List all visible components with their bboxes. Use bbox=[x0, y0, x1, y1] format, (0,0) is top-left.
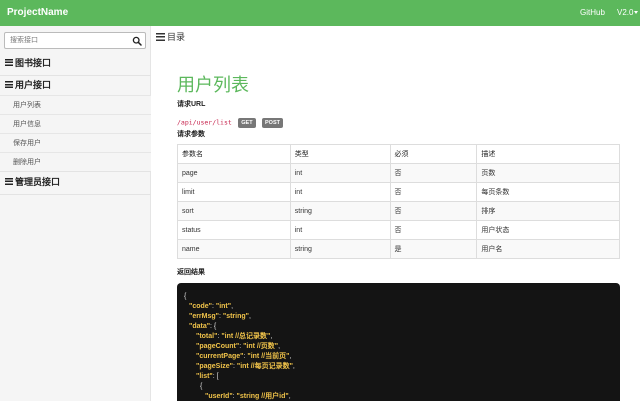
table-cell: name bbox=[177, 239, 291, 259]
request-url-line: /api/user/list GET POST bbox=[177, 114, 283, 128]
code-line: "code": "int", bbox=[189, 303, 234, 310]
sidebar-group-users[interactable]: 用户接口 bbox=[5, 80, 51, 91]
table-cell: string bbox=[289, 239, 391, 259]
version-dropdown[interactable]: V2.0 bbox=[617, 8, 639, 18]
table-cell: 排序 bbox=[476, 201, 620, 221]
request-url-heading: 请求URL bbox=[177, 101, 206, 108]
divider bbox=[0, 75, 151, 76]
table-row: name string 是 用户名 bbox=[177, 239, 620, 259]
version-label: V2.0 bbox=[617, 8, 634, 17]
code-line: { bbox=[200, 383, 203, 390]
response-heading: 返回结果 bbox=[177, 269, 205, 276]
table-cell: sort bbox=[177, 201, 291, 221]
toc-label: 目录 bbox=[167, 32, 186, 42]
code-line: "errMsg": "string", bbox=[189, 313, 251, 320]
table-cell: string bbox=[289, 201, 391, 221]
sidebar-item-save-user[interactable]: 保存用户 bbox=[0, 133, 151, 152]
top-navbar: ProjectName GitHub V2.0 bbox=[0, 0, 640, 26]
list-icon bbox=[156, 33, 165, 41]
table-cell: 页数 bbox=[476, 163, 620, 183]
sidebar-group-admin[interactable]: 管理员接口 bbox=[5, 177, 60, 188]
table-cell: 是 bbox=[389, 239, 478, 259]
sidebar-item-label: 用户列表 bbox=[13, 102, 41, 109]
column-header: 必须 bbox=[389, 144, 478, 164]
search-input[interactable] bbox=[5, 33, 127, 48]
code-line: "currentPage": "int //当前页", bbox=[196, 353, 292, 360]
response-code-block: { "code": "int", "errMsg": "string", "da… bbox=[177, 283, 620, 401]
table-cell: 否 bbox=[389, 220, 478, 240]
code-line: { bbox=[184, 293, 187, 300]
table-cell: 否 bbox=[389, 163, 478, 183]
table-cell: 否 bbox=[389, 182, 478, 202]
code-line: "userId": "string //用户id", bbox=[205, 393, 291, 400]
sidebar-group-label: 图书接口 bbox=[15, 58, 52, 68]
caret-down-icon bbox=[634, 11, 639, 15]
sidebar: 图书接口 用户接口 用户列表 用户信息 保存用户 删除用户 管理员接口 bbox=[0, 26, 151, 401]
sidebar-item-label: 用户信息 bbox=[13, 121, 41, 128]
table-cell: 用户状态 bbox=[476, 220, 620, 240]
table-cell: int bbox=[289, 182, 391, 202]
search-icon[interactable] bbox=[132, 36, 142, 46]
github-link[interactable]: GitHub bbox=[580, 8, 605, 18]
table-header-row: 参数名 类型 必须 描述 bbox=[177, 144, 620, 164]
sidebar-group-books[interactable]: 图书接口 bbox=[5, 58, 51, 69]
table-row: limit int 否 每页条数 bbox=[177, 182, 620, 202]
params-table: 参数名 类型 必须 描述 page int 否 页数 limit int 否 每… bbox=[177, 144, 620, 259]
table-row: page int 否 页数 bbox=[177, 163, 620, 183]
toc-toggle[interactable]: 目录 bbox=[156, 31, 185, 43]
table-cell: int bbox=[289, 163, 391, 183]
table-cell: 用户名 bbox=[476, 239, 620, 259]
sidebar-item-user-info[interactable]: 用户信息 bbox=[0, 114, 151, 133]
divider bbox=[0, 171, 151, 172]
table-cell: limit bbox=[177, 182, 291, 202]
list-icon bbox=[5, 59, 13, 66]
request-url-code: /api/user/list bbox=[177, 118, 232, 127]
sidebar-item-delete-user[interactable]: 删除用户 bbox=[0, 152, 151, 171]
divider bbox=[0, 194, 151, 195]
sidebar-group-label: 管理员接口 bbox=[15, 177, 61, 187]
sidebar-item-label: 删除用户 bbox=[13, 159, 41, 166]
code-line: "pageSize": "int //每页记录数", bbox=[196, 363, 295, 370]
sidebar-group-label: 用户接口 bbox=[15, 80, 52, 90]
table-cell: 每页条数 bbox=[476, 182, 620, 202]
code-line: "list": [ bbox=[196, 373, 219, 380]
brand-logo-link[interactable]: ProjectName bbox=[7, 7, 68, 19]
table-row: status int 否 用户状态 bbox=[177, 220, 620, 240]
sidebar-item-user-list[interactable]: 用户列表 bbox=[0, 95, 151, 114]
table-cell: 否 bbox=[389, 201, 478, 221]
column-header: 描述 bbox=[476, 144, 620, 164]
sidebar-item-label: 保存用户 bbox=[13, 140, 41, 147]
table-cell: int bbox=[289, 220, 391, 240]
page-title: 用户列表 bbox=[177, 75, 249, 95]
table-cell: status bbox=[177, 220, 291, 240]
code-line: "total": "int //总记录数", bbox=[196, 333, 273, 340]
code-line: "data": { bbox=[189, 323, 217, 330]
table-row: sort string 否 排序 bbox=[177, 201, 620, 221]
request-params-heading: 请求参数 bbox=[177, 131, 205, 138]
method-badge-get: GET bbox=[238, 117, 256, 128]
table-cell: page bbox=[177, 163, 291, 183]
list-icon bbox=[5, 81, 13, 88]
code-line: "pageCount": "int //页数", bbox=[196, 343, 281, 350]
search-box bbox=[4, 32, 146, 49]
column-header: 类型 bbox=[289, 144, 391, 164]
method-badge-post: POST bbox=[262, 117, 283, 128]
column-header: 参数名 bbox=[177, 144, 291, 164]
list-icon bbox=[5, 178, 13, 185]
